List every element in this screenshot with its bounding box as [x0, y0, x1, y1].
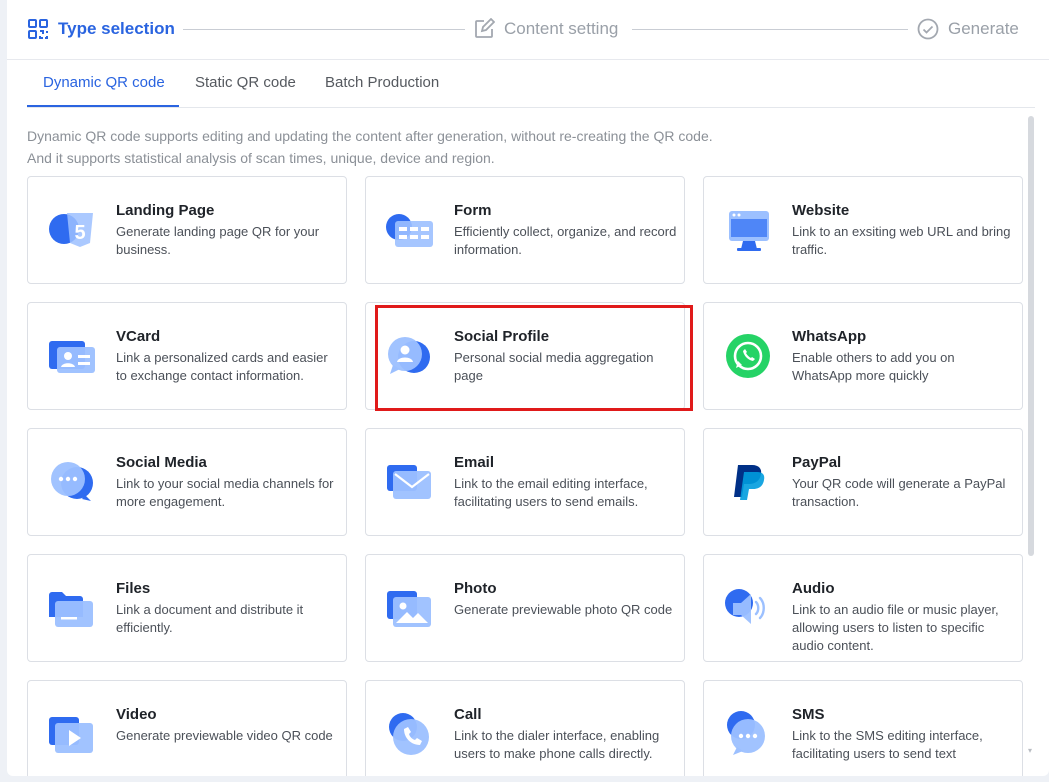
- scroll-down-arrow-icon[interactable]: ▾: [1028, 747, 1034, 755]
- main-panel: Type selection Content setting Generate: [7, 0, 1049, 776]
- step-connector: [632, 29, 908, 30]
- step-connector: [183, 29, 465, 30]
- chat-bubbles-icon: [51, 462, 93, 501]
- card-description: Link to the email editing interface, fac…: [454, 476, 648, 509]
- card-whatsapp[interactable]: WhatsApp Enable others to add you on Wha…: [703, 302, 1023, 410]
- card-landing-page[interactable]: 5 Landing Page Generate landing page QR …: [27, 176, 347, 284]
- card-description: Link to the dialer interface, enabling u…: [454, 728, 660, 761]
- card-website[interactable]: Website Link to an exsiting web URL and …: [703, 176, 1023, 284]
- card-title: Form: [454, 202, 492, 219]
- edit-icon: [475, 18, 495, 38]
- speaker-icon: [725, 589, 765, 624]
- qr-scan-icon: [28, 19, 48, 39]
- card-title: Email: [454, 454, 495, 471]
- form-icon: [386, 214, 433, 247]
- card-description: Generate previewable video QR code: [116, 728, 333, 743]
- card-email[interactable]: Email Link to the email editing interfac…: [365, 428, 685, 536]
- card-title: VCard: [116, 328, 161, 345]
- id-card-icon: [49, 341, 95, 373]
- sms-bubble-icon: [727, 711, 765, 755]
- card-description: Link a document and distribute it effici…: [116, 602, 304, 635]
- step-type-selection[interactable]: Type selection: [27, 15, 175, 43]
- description: Dynamic QR code supports editing and upd…: [27, 125, 713, 169]
- card-description: Link to your social media channels for m…: [116, 476, 334, 509]
- card-description: Link to the SMS editing interface, facil…: [792, 728, 983, 761]
- step-content-setting[interactable]: Content setting: [473, 15, 618, 43]
- card-title: Audio: [792, 580, 835, 597]
- card-vcard[interactable]: VCard Link a personalized cards and easi…: [27, 302, 347, 410]
- card-title: Photo: [454, 580, 497, 597]
- card-title: Files: [116, 580, 151, 597]
- card-description: Your QR code will generate a PayPal tran…: [792, 476, 1006, 509]
- scrollbar-thumb[interactable]: [1028, 116, 1034, 556]
- card-social-media[interactable]: Social Media Link to your social media c…: [27, 428, 347, 536]
- tab-bar: Dynamic QR code Static QR code Batch Pro…: [27, 62, 1035, 108]
- card-social-profile[interactable]: Social Profile Personal social media agg…: [365, 302, 685, 410]
- card-title: Social Profile: [454, 328, 550, 345]
- phone-icon: [389, 713, 429, 755]
- card-title: Website: [792, 202, 850, 219]
- monitor-icon: [729, 211, 769, 251]
- card-title: Social Media: [116, 454, 207, 471]
- card-title: SMS: [792, 706, 825, 723]
- svg-text:5: 5: [74, 222, 85, 244]
- step-label: Generate: [948, 19, 1019, 38]
- video-play-icon: [49, 717, 93, 753]
- tab-static-qr[interactable]: Static QR code: [195, 74, 296, 91]
- card-video[interactable]: Video Generate previewable video QR code: [27, 680, 347, 776]
- card-description: Link a personalized cards and easier to …: [116, 350, 328, 383]
- check-circle-icon: [917, 18, 939, 40]
- card-description: Enable others to add you on WhatsApp mor…: [792, 350, 955, 383]
- card-paypal[interactable]: PayPal Your QR code will generate a PayP…: [703, 428, 1023, 536]
- card-photo[interactable]: Photo Generate previewable photo QR code: [365, 554, 685, 662]
- type-list: Dynamic QR code supports editing and upd…: [27, 108, 1027, 776]
- card-description: Link to an audio file or music player, a…: [792, 602, 999, 653]
- card-description: Efficiently collect, organize, and recor…: [454, 224, 677, 257]
- tab-dynamic-qr[interactable]: Dynamic QR code: [43, 74, 165, 91]
- card-description: Personal social media aggregation page: [454, 350, 654, 383]
- card-description: Generate previewable photo QR code: [454, 602, 673, 617]
- envelope-icon: [387, 465, 431, 499]
- card-title: WhatsApp: [792, 328, 867, 345]
- step-generate[interactable]: Generate: [917, 15, 1019, 43]
- card-audio[interactable]: Audio Link to an audio file or music pla…: [703, 554, 1023, 662]
- html5-icon: 5: [49, 213, 93, 247]
- description-line: Dynamic QR code supports editing and upd…: [27, 128, 713, 144]
- folder-icon: [49, 592, 93, 627]
- card-description: Link to an exsiting web URL and bring tr…: [792, 224, 1011, 257]
- card-title: Call: [454, 706, 482, 723]
- active-tab-indicator: [27, 105, 179, 107]
- card-title: Landing Page: [116, 202, 215, 219]
- tab-batch-production[interactable]: Batch Production: [325, 74, 439, 91]
- paypal-icon: [734, 465, 765, 500]
- description-line: And it supports statistical analysis of …: [27, 150, 495, 166]
- card-title: PayPal: [792, 454, 842, 471]
- card-call[interactable]: Call Link to the dialer interface, enabl…: [365, 680, 685, 776]
- card-title: Video: [116, 706, 157, 723]
- profile-chat-icon: [388, 337, 430, 374]
- step-label: Content setting: [504, 19, 619, 38]
- photo-icon: [387, 591, 431, 627]
- scrollbar[interactable]: ▾: [1027, 108, 1035, 756]
- card-sms[interactable]: SMS Link to the SMS editing interface, f…: [703, 680, 1023, 776]
- card-files[interactable]: Files Link a document and distribute it …: [27, 554, 347, 662]
- card-form[interactable]: Form Efficiently collect, organize, and …: [365, 176, 685, 284]
- card-description: Generate landing page QR for your busine…: [116, 224, 320, 257]
- stepper: Type selection Content setting Generate: [7, 0, 1049, 60]
- whatsapp-icon: [726, 334, 770, 378]
- step-label: Type selection: [58, 19, 175, 38]
